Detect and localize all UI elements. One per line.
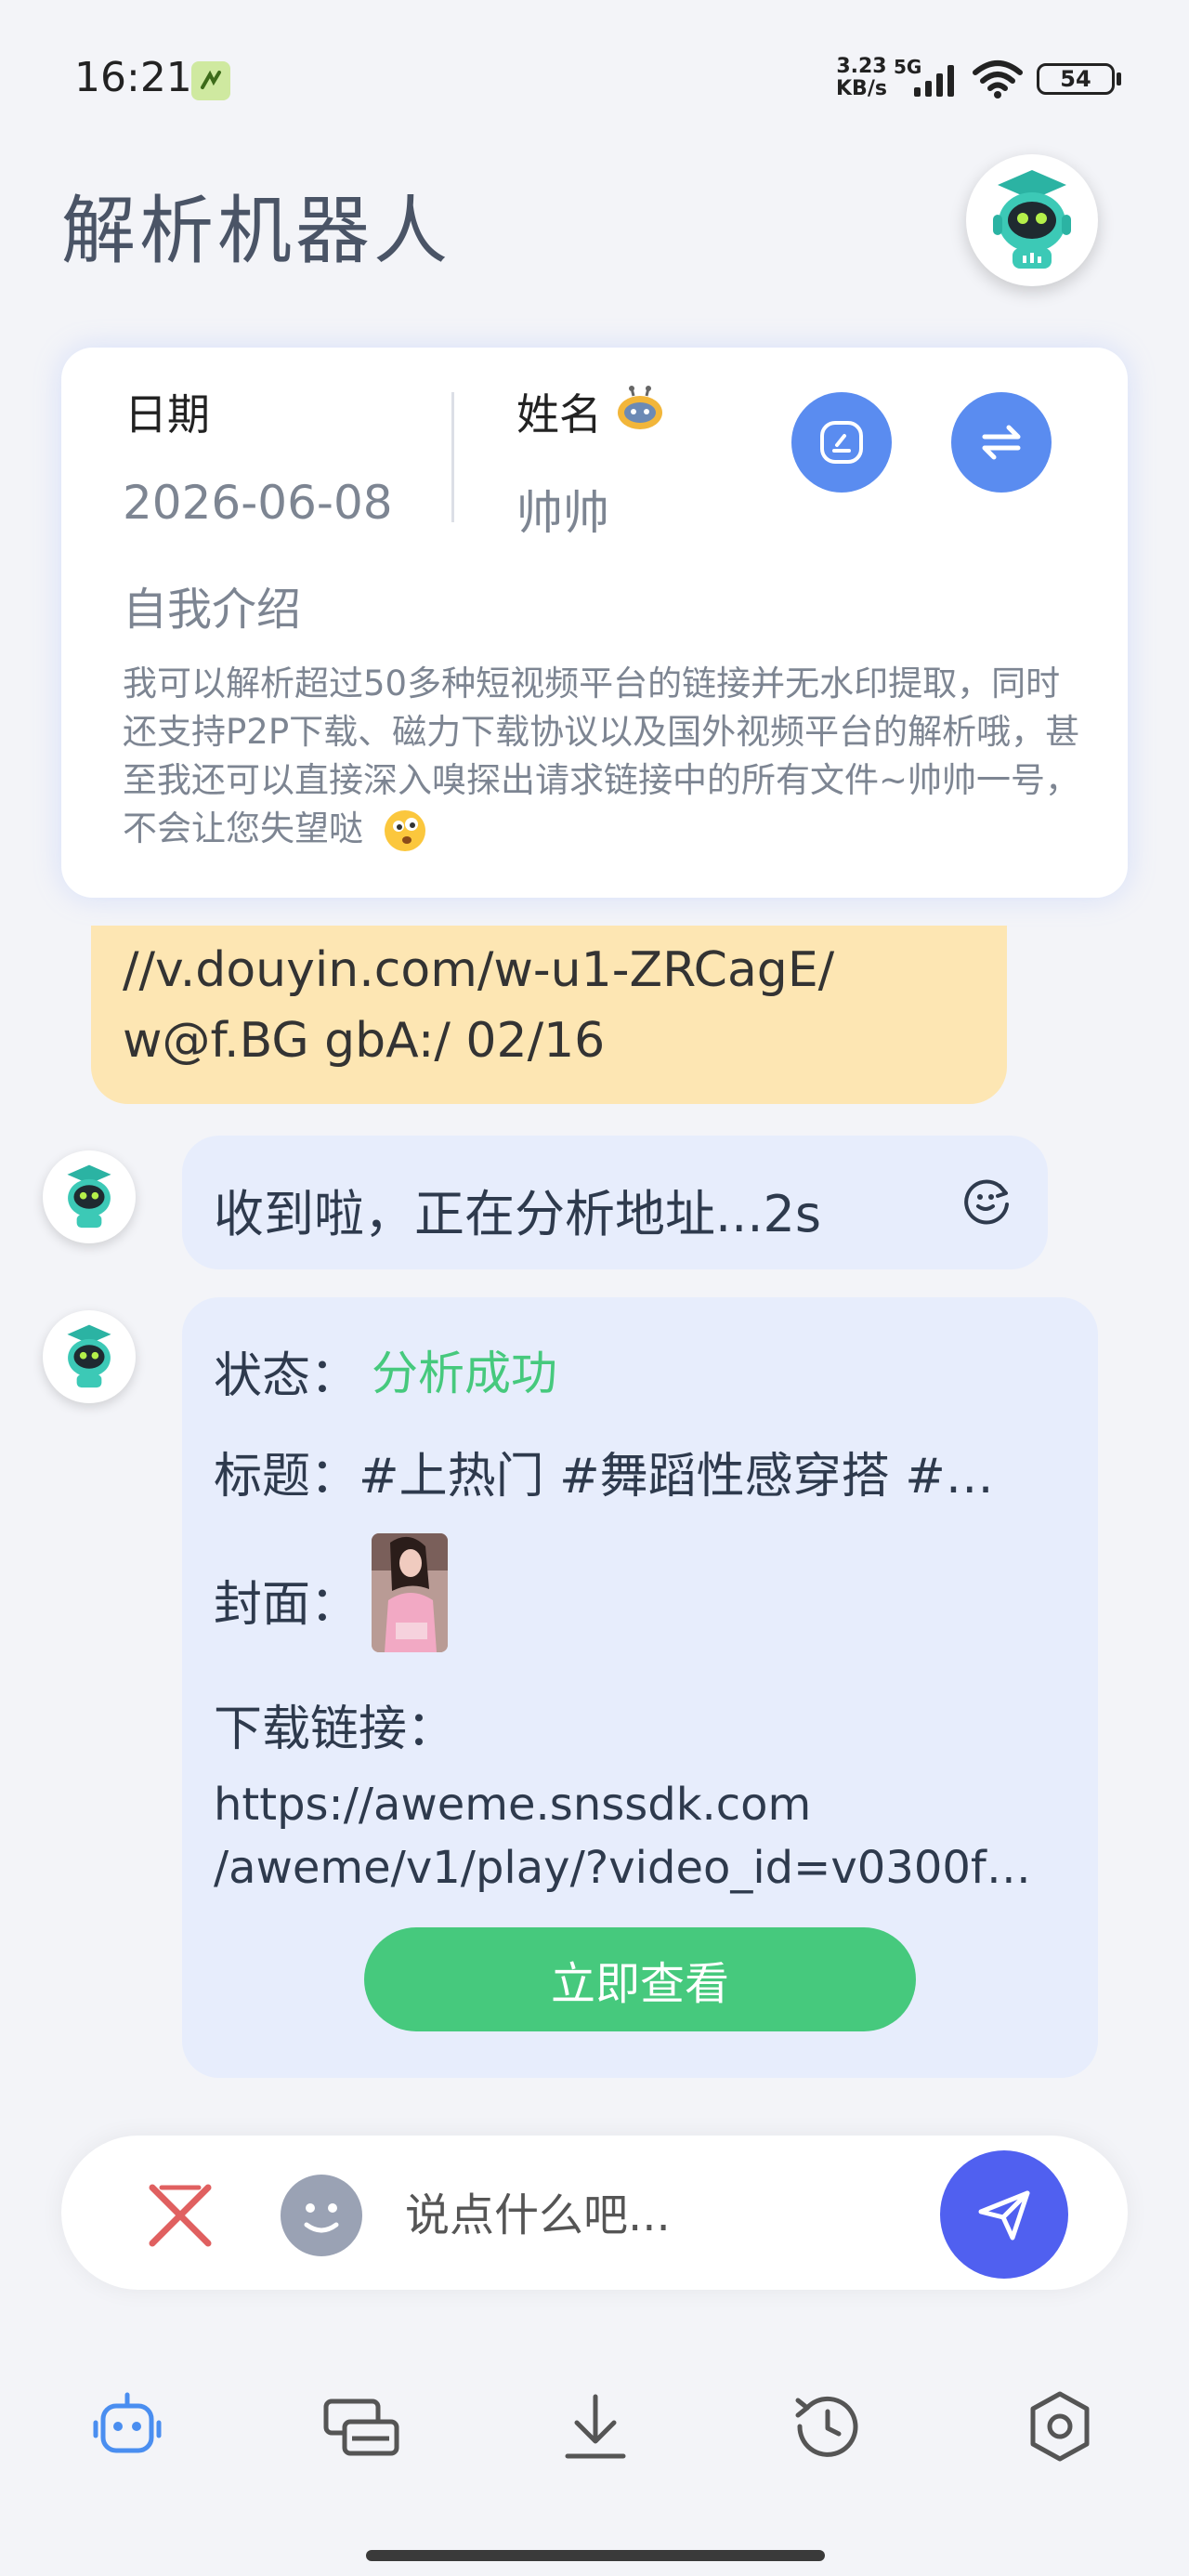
net-speed-unit: KB/s — [836, 77, 887, 100]
home-indicator[interactable] — [366, 2550, 825, 2561]
edit-icon — [820, 421, 863, 464]
user-message-line-2: w@f.BG gbA:/ 02/16 — [123, 1013, 606, 1069]
video-title: 标题：#上热门 #舞蹈性感穿搭 #纯… — [214, 1437, 1031, 1506]
date-value: 2026-06-08 — [123, 476, 393, 530]
date-label: 日期 — [124, 389, 210, 440]
intro-text: 我可以解析超过50多种短视频平台的链接并无水印提取，同时还支持P2P下载、磁力下… — [123, 660, 1081, 854]
name-value: 帅帅 — [516, 486, 609, 540]
robot-icon — [67, 1164, 111, 1229]
download-url-line-1: https://aweme.snssdk.com — [214, 1779, 812, 1831]
robot-nav-icon — [93, 2392, 162, 2453]
download-url[interactable]: https://aweme.snssdk.com /aweme/v1/play/… — [214, 1773, 1059, 1899]
battery-tip — [1117, 72, 1121, 85]
download-icon — [565, 2394, 626, 2459]
download-url-line-2: /aweme/v1/play/?video_id=v0300fg1… — [214, 1842, 1059, 1894]
page-title: 解析机器人 — [61, 188, 451, 274]
net-speed: 3.23 KB/s — [836, 56, 887, 100]
switch-button[interactable] — [951, 392, 1052, 493]
message-input[interactable] — [405, 2180, 907, 2251]
signal-icon — [914, 65, 954, 97]
bot-avatar — [43, 1150, 136, 1243]
nav-download[interactable] — [554, 2385, 637, 2468]
download-label: 下载链接： — [214, 1702, 456, 1757]
thinking-emoji-icon — [384, 809, 425, 851]
swap-icon — [982, 425, 1021, 460]
net-speed-value: 3.23 — [836, 55, 887, 78]
loading-smile-icon — [964, 1179, 1009, 1225]
battery-indicator: 54 — [1037, 63, 1115, 95]
send-icon — [978, 2190, 1030, 2241]
bot-avatar — [43, 1310, 136, 1403]
card-divider — [451, 392, 454, 522]
nav-cards[interactable] — [320, 2385, 403, 2468]
clear-icon[interactable] — [145, 2182, 216, 2249]
bot-message-text: 收到啦，正在分析地址...2s — [214, 1185, 821, 1243]
cover-label: 封面： — [214, 1577, 359, 1633]
smile-icon — [304, 2203, 339, 2233]
view-now-button[interactable]: 立即查看 — [364, 1927, 916, 2031]
status-label: 状态： — [214, 1348, 359, 1404]
status-value: 分析成功 — [372, 1347, 557, 1400]
robot-avatar[interactable] — [966, 154, 1098, 286]
cover-thumbnail[interactable] — [372, 1533, 448, 1652]
cards-icon — [323, 2399, 399, 2456]
intro-label: 自我介绍 — [123, 584, 302, 636]
name-label: 姓名 — [516, 389, 602, 440]
wifi-icon — [973, 60, 1023, 99]
send-button[interactable] — [940, 2150, 1068, 2279]
history-icon — [795, 2396, 858, 2457]
user-message-text: //v.douyin.com/w-u1-ZRCagE/ w@f.BG gbA:/… — [123, 935, 977, 1076]
nav-settings[interactable] — [1018, 2385, 1102, 2468]
robot-icon — [993, 170, 1071, 269]
user-message-line-1: //v.douyin.com/w-u1-ZRCagE/ — [123, 942, 835, 998]
nav-robot[interactable] — [85, 2385, 169, 2468]
intro-text-body: 我可以解析超过50多种短视频平台的链接并无水印提取，同时还支持P2P下载、磁力下… — [123, 664, 1080, 848]
cover-image — [372, 1533, 448, 1652]
title-label: 标题： — [214, 1449, 359, 1505]
emoji-button[interactable] — [281, 2175, 362, 2256]
robot-icon — [67, 1324, 111, 1388]
robot-emoji-icon — [618, 386, 662, 429]
nav-history[interactable] — [786, 2385, 869, 2468]
title-value: #上热门 #舞蹈性感穿搭 #纯… — [359, 1449, 1031, 1505]
notification-app-icon — [191, 61, 230, 100]
settings-icon — [1030, 2391, 1090, 2462]
edit-button[interactable] — [791, 392, 892, 493]
status-time: 16:21 — [74, 54, 192, 101]
